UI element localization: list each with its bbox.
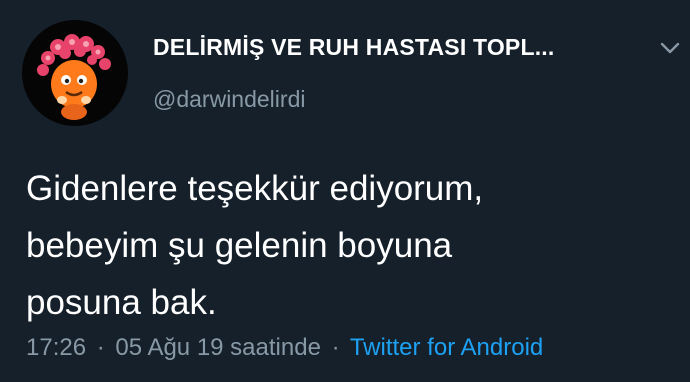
- tweet-source-link[interactable]: Twitter for Android: [350, 334, 543, 361]
- display-name[interactable]: DELİRMİŞ VE RUH HASTASI TOPL...: [153, 34, 633, 61]
- tweet-text-line: bebeyim şu gelenin boyuna: [26, 226, 453, 265]
- tweet-time[interactable]: 17:26: [26, 334, 86, 361]
- tweet-text-line: Gidenlere teşekkür ediyorum,: [26, 169, 484, 208]
- orange-cartoon-character-avatar-icon: [37, 34, 111, 120]
- meta-separator: ·: [331, 334, 340, 361]
- tweet-card: DELİRMİŞ VE RUH HASTASI TOPL... @darwind…: [0, 0, 690, 382]
- user-handle[interactable]: @darwindelirdi: [153, 86, 305, 113]
- tweet-text: Gidenlere teşekkür ediyorum, bebeyim şu …: [26, 160, 666, 331]
- chevron-down-icon: [660, 42, 680, 54]
- avatar[interactable]: [22, 20, 128, 126]
- meta-separator: ·: [96, 334, 105, 361]
- tweet-options-button[interactable]: [658, 36, 682, 60]
- tweet-date[interactable]: 05 Ağu 19 saatinde: [115, 334, 321, 361]
- tweet-text-line: posuna bak.: [26, 283, 217, 322]
- tweet-metadata: 17:26 · 05 Ağu 19 saatinde · Twitter for…: [26, 334, 543, 362]
